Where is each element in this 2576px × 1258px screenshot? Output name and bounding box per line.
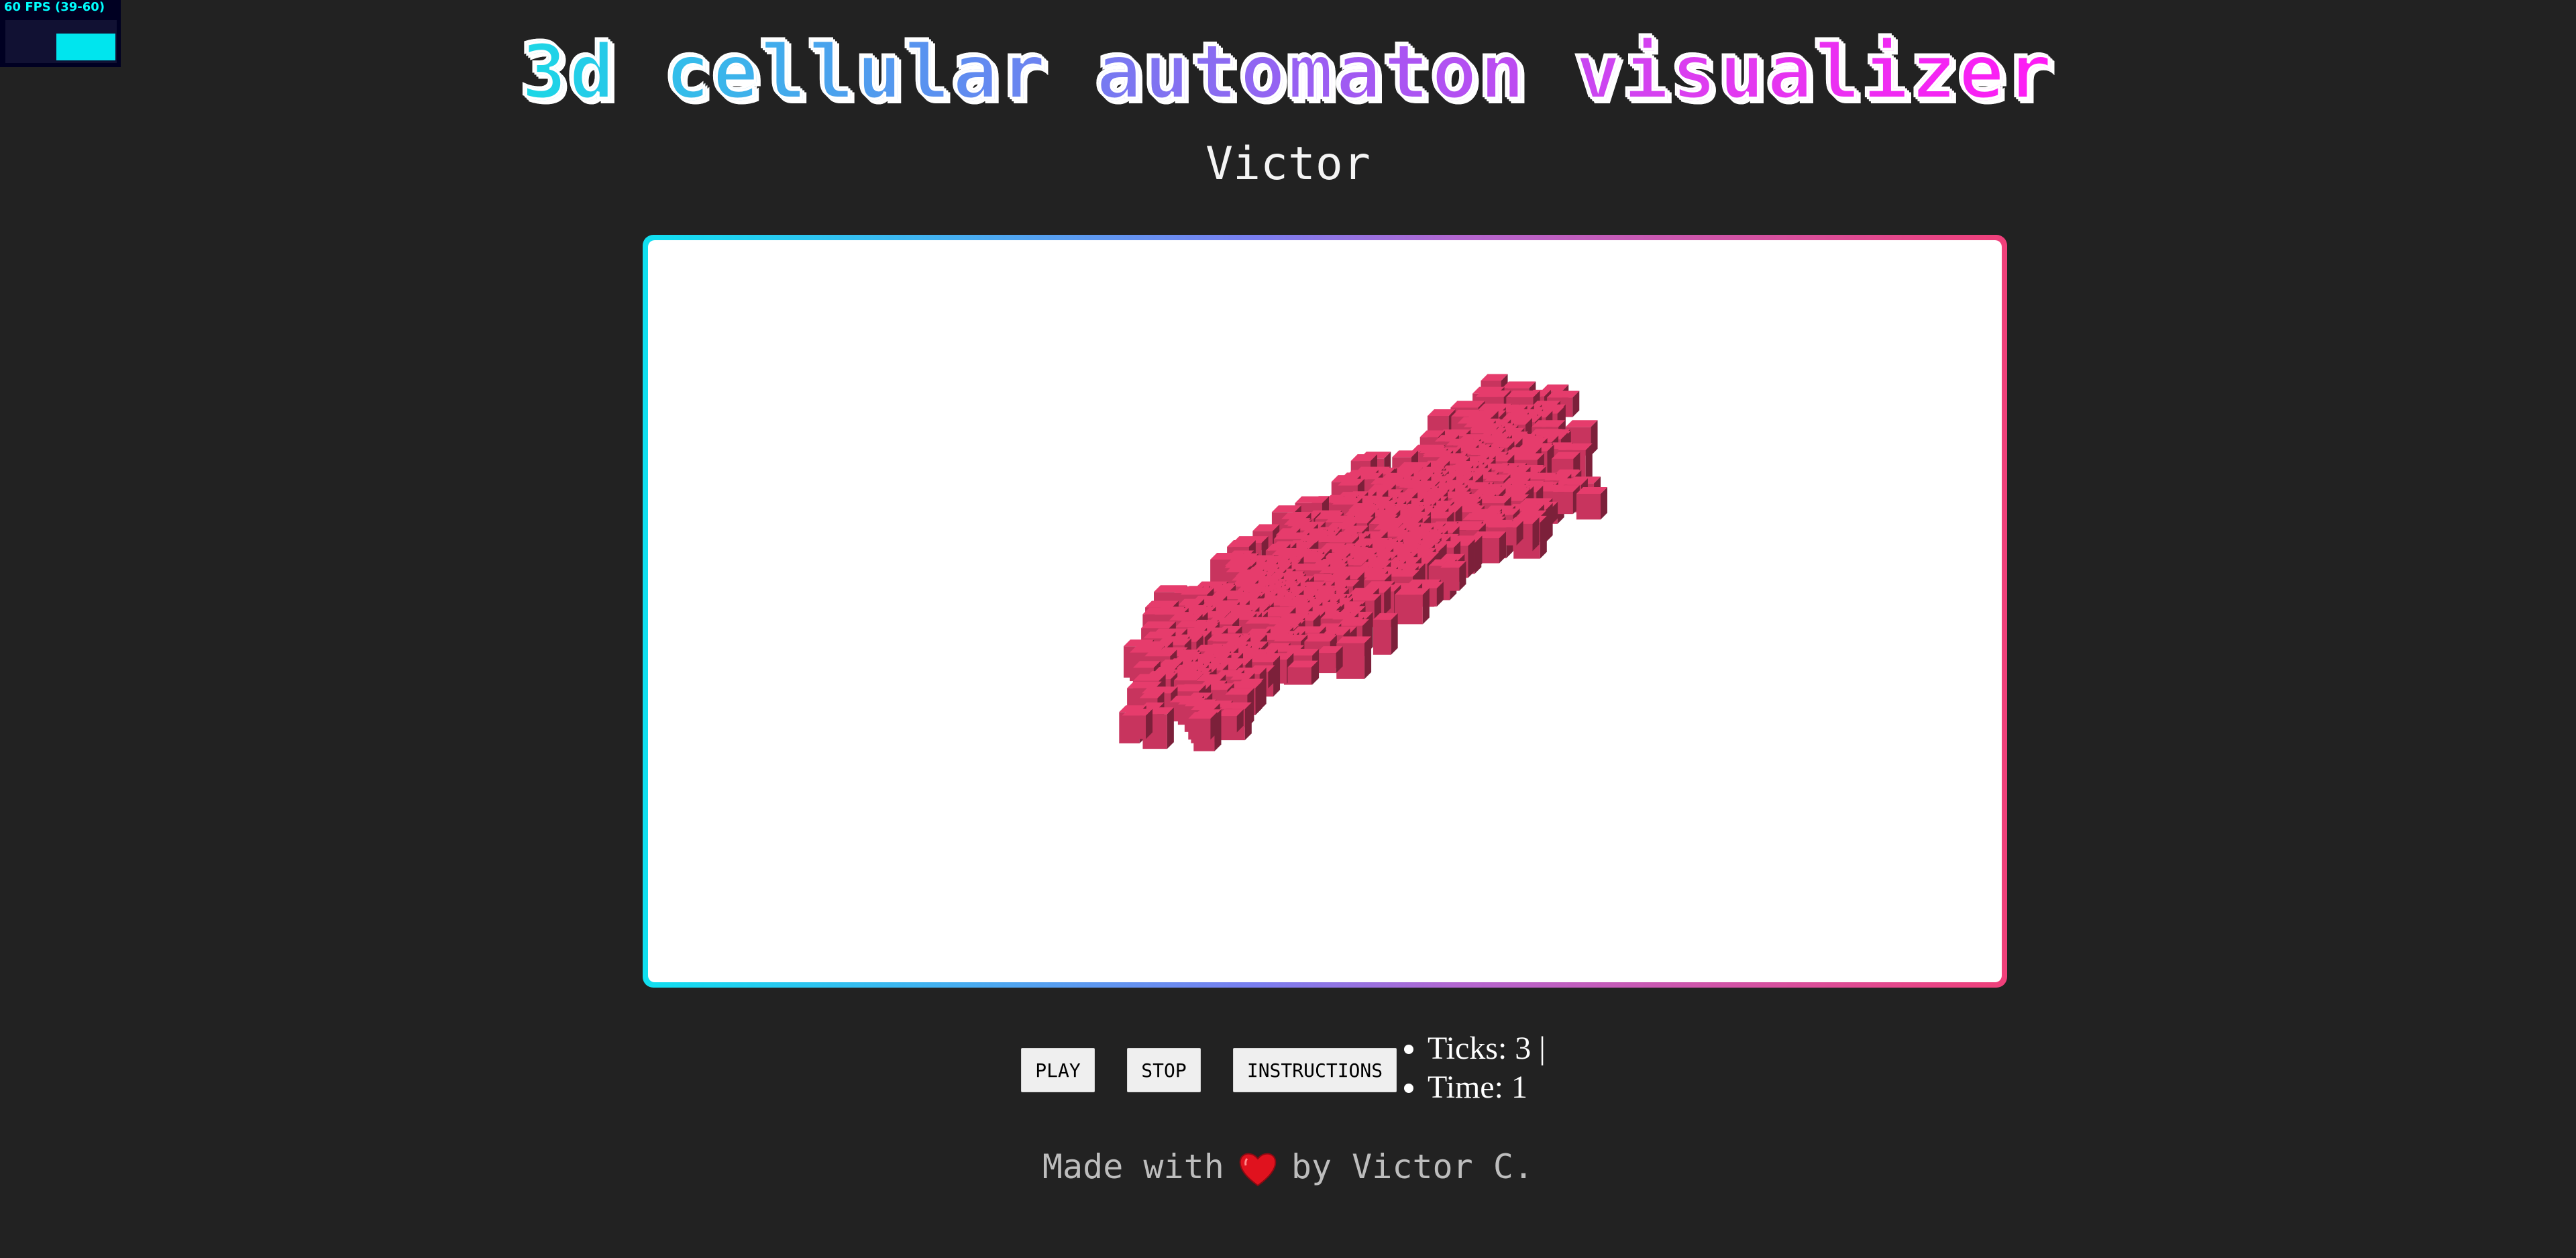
instructions-button[interactable]: INSTRUCTIONS xyxy=(1233,1048,1397,1092)
voxel-side-face xyxy=(1167,707,1174,749)
fps-label: 60 FPS (39-60) xyxy=(4,0,105,14)
voxel-front-face xyxy=(1287,667,1311,685)
time-counter: Time: 1 xyxy=(1428,1068,1546,1107)
voxel-front-face xyxy=(1395,594,1423,625)
footer: Made with by Victor C. xyxy=(0,1143,2576,1190)
footer-by-author: by Victor C. xyxy=(1291,1147,1534,1186)
automaton-canvas[interactable] xyxy=(648,240,2002,982)
ticks-counter: Ticks: 3 | xyxy=(1428,1029,1546,1068)
voxel-side-face xyxy=(1364,636,1372,679)
voxel-front-face xyxy=(1576,494,1601,520)
simulation-status-list: Ticks: 3 | Time: 1 xyxy=(1403,1029,1546,1107)
canvas-frame xyxy=(643,235,2007,988)
voxel-front-face xyxy=(1188,719,1211,740)
page-title: 3D Cellular Automaton Visualizer xyxy=(0,25,2576,119)
footer-made-with: Made with xyxy=(1042,1147,1224,1186)
voxel-side-face xyxy=(1546,503,1553,542)
play-button[interactable]: PLAY xyxy=(1021,1048,1095,1092)
voxel-side-face xyxy=(1468,539,1475,578)
stop-button[interactable]: STOP xyxy=(1127,1048,1201,1092)
voxel-front-face xyxy=(1316,653,1336,674)
page-title-text: 3D Cellular Automaton Visualizer xyxy=(520,25,2055,119)
page: 60 FPS (39-60) 3D Cellular Automaton Vis… xyxy=(0,0,2576,1258)
heart-icon xyxy=(1239,1153,1277,1186)
voxel-side-face xyxy=(1540,515,1547,559)
voxel-front-face xyxy=(1122,715,1146,739)
voxel-side-face xyxy=(1391,613,1398,655)
voxel-group xyxy=(1119,374,1607,751)
voxel-cluster xyxy=(1119,374,1607,751)
page-subtitle: Victor xyxy=(1205,138,1371,191)
voxel-front-face xyxy=(1373,619,1391,655)
